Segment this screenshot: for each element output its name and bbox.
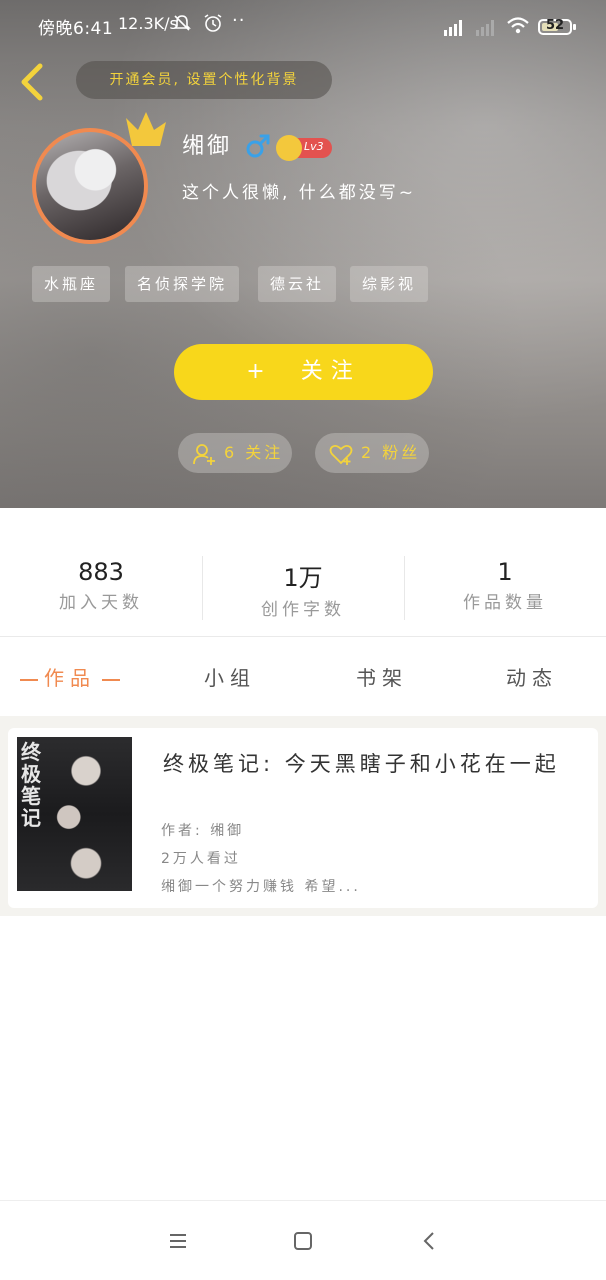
profile-tabs: 作品 小组 书架 动态 [0, 640, 606, 716]
tag-item[interactable]: 水瓶座 [32, 266, 111, 302]
following-count-button[interactable]: 6 关注 [178, 433, 292, 473]
back-icon[interactable] [418, 1229, 442, 1253]
tab-indicator [20, 678, 38, 681]
tab-groups[interactable]: 小组 [204, 662, 256, 691]
stat-label: 作品数量 [463, 593, 547, 613]
level-badge: Lv3 [276, 135, 332, 161]
signal-hd-icon [444, 20, 462, 36]
tab-label: 动态 [506, 666, 558, 690]
tag-item[interactable]: 德云社 [258, 266, 337, 302]
vip-background-prompt[interactable]: 开通会员, 设置个性化背景 [76, 61, 332, 99]
signal-icon [476, 20, 494, 36]
home-icon[interactable] [291, 1229, 315, 1253]
stat-label: 创作字数 [261, 600, 345, 620]
work-summary: 缃御一个努力赚钱 希望... [161, 879, 361, 895]
add-user-icon [193, 444, 215, 465]
menu-icon[interactable] [166, 1229, 190, 1253]
tab-works[interactable]: 作品 [14, 662, 126, 691]
stat-label: 加入天数 [59, 593, 143, 613]
follow-label: 关注 [300, 359, 361, 384]
username: 缃御 [182, 134, 233, 159]
status-time: 傍晚6:41 [38, 19, 114, 39]
profile-stats: 883 加入天数 1万 创作字数 1 作品数量 [0, 508, 606, 636]
battery-indicator: 52 [538, 18, 576, 35]
level-text: Lv3 [304, 140, 324, 153]
work-card[interactable]: 终极笔记 终极笔记: 今天黑瞎子和小花在一起 作者: 缃御 2万人看过 缃御一个… [8, 728, 598, 908]
tag-item[interactable]: 综影视 [350, 266, 429, 302]
male-gender-icon [246, 134, 270, 158]
profile-page: 傍晚6:41 12.3K/s ·· 52 开通会员, 设置个性化背景 缃御 Lv… [0, 0, 606, 1280]
tab-label: 作品 [44, 666, 96, 690]
divider [0, 636, 606, 637]
fans-count: 2 粉丝 [361, 443, 421, 462]
stat-works-count: 1 作品数量 [404, 558, 606, 613]
back-arrow-icon[interactable] [14, 60, 50, 104]
book-cover-title: 终极笔记 [21, 740, 41, 830]
battery-level: 52 [545, 18, 565, 33]
wifi-icon [507, 17, 529, 34]
fans-count-button[interactable]: 2 粉丝 [315, 433, 429, 473]
heart-icon [329, 444, 353, 465]
user-bio: 这个人很懒, 什么都没写~ [182, 183, 417, 203]
follow-button[interactable]: + 关注 [174, 344, 433, 400]
work-author: 作者: 缃御 [161, 823, 245, 839]
stat-value: 1 [497, 558, 513, 586]
crown-icon [126, 112, 166, 146]
status-bar: 傍晚6:41 12.3K/s ·· 52 [0, 0, 606, 48]
level-crown-icon [276, 135, 302, 161]
tab-bookshelf[interactable]: 书架 [356, 662, 408, 691]
stat-value: 1万 [283, 564, 323, 592]
status-more-indicator: ·· [232, 10, 246, 31]
book-cover: 终极笔记 [17, 737, 132, 891]
stat-join-days: 883 加入天数 [0, 558, 202, 613]
following-count: 6 关注 [224, 443, 284, 462]
stat-word-count: 1万 创作字数 [202, 558, 404, 620]
work-title: 终极笔记: 今天黑瞎子和小花在一起 [163, 752, 560, 776]
status-network-speed: 12.3K/s [118, 14, 178, 33]
tab-activity[interactable]: 动态 [506, 662, 558, 691]
tab-label: 书架 [356, 666, 408, 690]
plus-icon: + [246, 359, 273, 384]
tag-item[interactable]: 名侦探学院 [125, 266, 240, 302]
tab-indicator [102, 678, 120, 681]
stat-value: 883 [78, 558, 124, 586]
system-navigation-bar [0, 1200, 606, 1280]
mute-icon [173, 15, 191, 31]
work-views: 2万人看过 [161, 851, 241, 867]
profile-header: 傍晚6:41 12.3K/s ·· 52 开通会员, 设置个性化背景 缃御 Lv… [0, 0, 606, 508]
alarm-icon [204, 14, 222, 32]
tab-label: 小组 [204, 666, 256, 690]
